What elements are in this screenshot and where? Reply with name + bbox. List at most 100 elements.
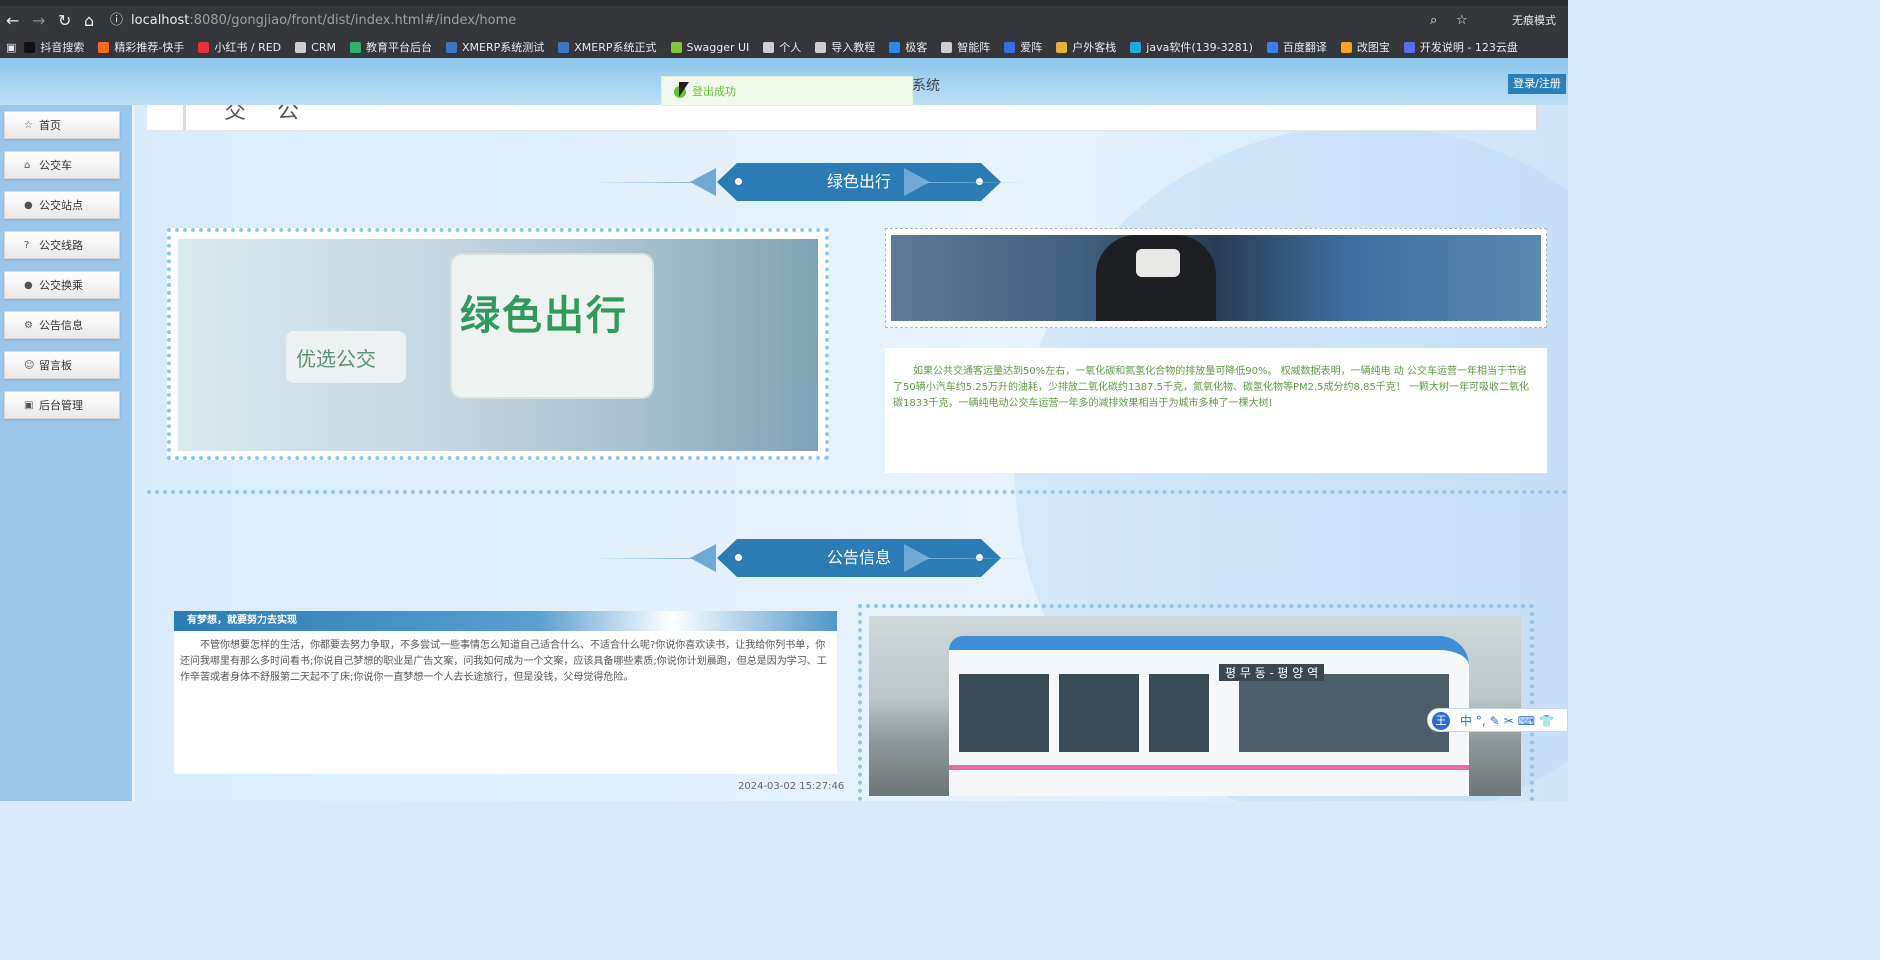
bookmark-item[interactable]: 导入教程 (815, 39, 875, 55)
bookmark-item[interactable]: 开发说明 - 123云盘 (1403, 39, 1518, 55)
ime-keyboard-icon[interactable]: ⌨ (1518, 714, 1535, 728)
bookmark-label: 小红书 / RED (214, 41, 282, 54)
bookmark-item[interactable]: 改图宝 (1340, 39, 1390, 55)
bookmark-icon (1130, 41, 1142, 53)
green-travel-photo[interactable]: 优选公交 绿色出行 (178, 239, 818, 451)
bookmark-icon (98, 41, 110, 53)
forward-icon[interactable]: → (32, 12, 45, 30)
sidebar-item-admin[interactable]: ▣ 后台管理 (4, 391, 120, 419)
bus-interior-photo[interactable] (891, 235, 1541, 321)
apps-icon[interactable]: ▣ (6, 41, 16, 54)
sidebar-item-label: 公告信息 (39, 319, 83, 332)
bookmark-label: 教育平台后台 (365, 41, 432, 54)
bookmark-label: 抖音搜索 (40, 41, 85, 54)
sidebar-item-label: 公交车 (39, 159, 72, 172)
bookmark-icon (670, 41, 682, 53)
bookmark-icon (1266, 41, 1278, 53)
home-icon[interactable]: ⌂ (84, 12, 94, 30)
bookmark-item[interactable]: 户外客栈 (1056, 39, 1116, 55)
bus-window (1059, 674, 1139, 752)
info-icon[interactable]: ⓘ (110, 13, 123, 28)
back-icon[interactable]: ← (6, 12, 19, 30)
reload-icon[interactable]: ↻ (58, 12, 71, 30)
bookmark-item[interactable]: CRM (295, 41, 336, 54)
bookmark-item[interactable]: 抖音搜索 (24, 39, 84, 55)
title-arrow-left (690, 544, 716, 572)
bag-icon: ⌂ (24, 160, 31, 171)
sidebar-menu: ☆ 首页 ⌂ 公交车 ● 公交站点? 公交线路 ● 公交换乘 ⚙ 公告信息 ☺ 留言板 ▣ 后台管理 (0, 105, 135, 801)
bookmark-label: 百度翻译 (1282, 41, 1327, 54)
bookmark-label: 智能阵 (957, 41, 991, 54)
bus-destination-sign: 평 무 동 - 평 양 역 (1219, 664, 1325, 681)
bookmark-item[interactable]: Swagger UI (670, 40, 750, 54)
bookmark-item[interactable]: java软件(139-3281) (1130, 39, 1253, 55)
notice-card[interactable]: 有梦想，就要努力去实现 不管你想要怎样的生活，你都要去努力争取，不多尝试一些事情… (174, 611, 837, 774)
ime-logo-icon[interactable]: 王 (1432, 711, 1450, 730)
photo-small-sign: 优选公交 (286, 331, 406, 383)
bookmark-label: 开发说明 - 123云盘 (1419, 41, 1518, 54)
title-line-right (920, 558, 1030, 559)
bus-window (1149, 674, 1209, 752)
bus-interior-image-frame (885, 228, 1547, 328)
bookmark-item[interactable]: XMERP系统测试 (445, 39, 544, 55)
url-path: :8080/gongjiao/front/dist/index.html#/in… (189, 13, 517, 28)
bus-image-frame: 평 무 동 - 평 양 역 (858, 604, 1534, 801)
bookmark-item[interactable]: 精彩推荐-快手 (98, 39, 184, 55)
bookmark-item[interactable]: 教育平台后台 (349, 39, 432, 55)
bookmark-item[interactable]: 个人 (763, 39, 801, 55)
sidebar-item-bus-stops[interactable]: ● 公交站点 (4, 191, 120, 219)
ime-handwrite-icon[interactable]: ✎ (1490, 714, 1500, 728)
green-travel-title: 绿色出行 (826, 172, 891, 191)
sidebar-item-bus-routes[interactable]: ? 公交线路 (4, 231, 120, 259)
browser-toolbar: ← → ↻ ⌂ ⓘ localhost:8080/gongjiao/front/d… (0, 6, 1568, 36)
bookmark-item[interactable]: 爱阵 (1004, 39, 1042, 55)
login-register-button[interactable]: 登录/注册 (1508, 74, 1566, 94)
bookmark-icon (295, 41, 307, 53)
bookmark-icon (1056, 41, 1068, 53)
sidebar-item-message-board[interactable]: ☺ 留言板 (4, 351, 120, 379)
star-icon: ☆ (24, 120, 33, 131)
bookmark-icon (889, 41, 901, 53)
admin-icon: ▣ (24, 400, 34, 411)
sidebar-item-label: 公交站点 (39, 199, 83, 212)
sidebar-item-notices[interactable]: ⚙ 公告信息 (4, 311, 120, 339)
bookmark-item[interactable]: 百度翻译 (1266, 39, 1327, 55)
address-bar[interactable]: ⓘ localhost:8080/gongjiao/front/dist/inde… (110, 9, 1480, 33)
sidebar-item-label: 首页 (39, 119, 61, 132)
help-icon: ? (24, 240, 30, 251)
section-divider (147, 490, 1568, 494)
transfer-icon: ● (24, 280, 33, 291)
photo-bus: 평 무 동 - 평 양 역 (949, 636, 1469, 796)
star-icon[interactable]: ☆ (1456, 12, 1468, 30)
bookmark-item[interactable]: XMERP系统正式 (558, 39, 657, 55)
ime-scissors-icon[interactable]: ✂ (1504, 714, 1514, 728)
bus-stripe (949, 765, 1469, 770)
previous-section-frame: 交 公 (183, 105, 1539, 130)
bookmark-label: Swagger UI (686, 40, 750, 54)
sidebar-item-home[interactable]: ☆ 首页 (4, 111, 120, 139)
bus-photo[interactable]: 평 무 동 - 평 양 역 (869, 616, 1521, 796)
zoom-icon[interactable]: ⌕ (1430, 12, 1437, 30)
notice-card-timestamp: 2024-03-02 15:27:46 (738, 781, 845, 792)
bookmarks-bar: ▣ 抖音搜索 精彩推荐-快手 小红书 / RED CRM 教育平台后台 XMERP系统测试… (0, 36, 1568, 58)
bookmark-label: java软件(139-3281) (1146, 41, 1253, 54)
sidebar-item-bus[interactable]: ⌂ 公交车 (4, 151, 120, 179)
ime-skin-icon[interactable]: 👕 (1539, 714, 1554, 728)
green-travel-description: 如果公共交通客运量达到50%左右，一氧化碳和氮氢化合物的排放量可降低90%。 权… (885, 348, 1547, 473)
notice-card-title[interactable]: 有梦想，就要努力去实现 (174, 611, 837, 631)
sidebar-item-bus-transfer[interactable]: ● 公交换乘 (4, 271, 120, 299)
ime-punctuation-icon[interactable]: °, (1476, 714, 1486, 728)
bookmark-label: CRM (311, 40, 336, 54)
bookmark-icon (198, 41, 210, 53)
url-host: localhost (131, 13, 190, 28)
bookmark-item[interactable]: 小红书 / RED (198, 39, 281, 55)
ime-toolbar[interactable]: 王 中 °, ✎ ✂ ⌨ 👕 (1427, 708, 1568, 732)
title-line-left (590, 182, 700, 183)
green-travel-section-title: 绿色出行 (590, 163, 1030, 201)
bookmark-item[interactable]: 智能阵 (941, 39, 990, 55)
ime-chinese-icon[interactable]: 中 (1460, 714, 1472, 728)
previous-section-bottom: 交 公 (147, 105, 1539, 131)
incognito-label[interactable]: 无痕模式 (1512, 12, 1556, 28)
bookmark-item[interactable]: 极客 (889, 39, 927, 55)
bookmark-icon (763, 41, 775, 53)
